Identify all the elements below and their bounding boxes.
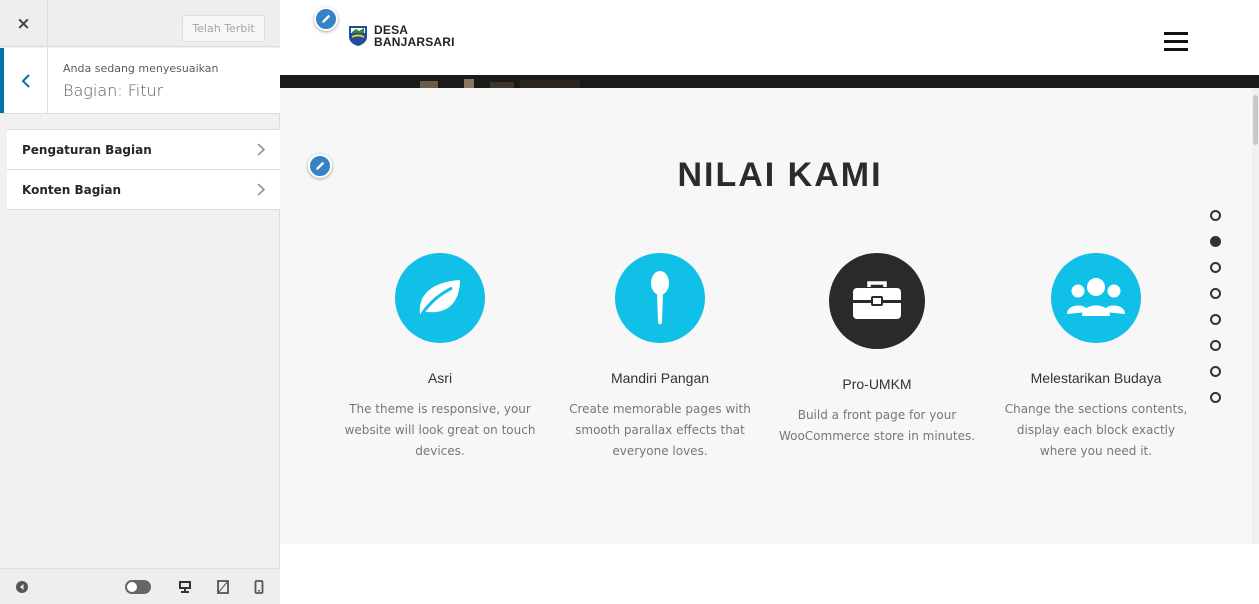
preview-scrollbar-thumb[interactable] <box>1253 95 1258 145</box>
nav-dot[interactable] <box>1210 366 1221 377</box>
customizer-root: × Telah Terbit Anda sedang menyesuaikan … <box>0 0 1259 604</box>
menu-item-konten-bagian[interactable]: Konten Bagian <box>7 170 280 210</box>
hamburger-bar <box>1164 32 1188 35</box>
feature-card-mandiri-pangan: Mandiri Pangan Create memorable pages wi… <box>555 253 765 462</box>
section-menu: Pengaturan Bagian Konten Bagian <box>7 129 280 210</box>
feature-description: Create memorable pages with smooth paral… <box>569 402 751 458</box>
briefcase-icon <box>853 281 901 319</box>
feature-title: Asri <box>427 370 453 386</box>
pencil-icon <box>322 14 331 23</box>
site-title: DESA BANJARSARI <box>374 24 455 48</box>
features-section: NILAI KAMI Asri The theme is responsive,… <box>280 88 1252 544</box>
feature-icon-circle <box>615 253 705 343</box>
device-tablet-button[interactable] <box>210 569 236 604</box>
mobile-icon <box>254 580 264 594</box>
hamburger-bar <box>1164 40 1188 43</box>
chevron-right-icon <box>257 183 265 196</box>
site-preview: DESA BANJARSARI NILAI KAMI Asri The them… <box>280 0 1259 604</box>
menu-item-label: Pengaturan Bagian <box>22 142 152 157</box>
section-nav-dots <box>1210 210 1224 418</box>
tablet-icon <box>217 580 229 594</box>
site-logo[interactable]: DESA BANJARSARI <box>348 24 455 48</box>
header-edit-shortcut[interactable] <box>314 7 338 31</box>
feature-description: Change the sections contents, display ea… <box>1004 402 1188 458</box>
chevron-right-icon <box>257 143 265 156</box>
feature-card-asri: Asri The theme is responsive, your websi… <box>335 253 545 462</box>
emblem-icon <box>349 26 367 46</box>
customizer-sidebar: × Telah Terbit Anda sedang menyesuaikan … <box>0 0 280 604</box>
publish-button[interactable]: Telah Terbit <box>182 15 265 42</box>
dark-mode-toggle[interactable] <box>120 569 156 604</box>
feature-card-pro-umkm: Pro-UMKM Build a front page for your Woo… <box>772 253 982 447</box>
preview-scrollbar[interactable] <box>1252 88 1259 544</box>
section-title-panel: Anda sedang menyesuaikan Bagian: Fitur <box>0 48 280 114</box>
feature-icon-circle <box>1051 253 1141 343</box>
nav-dot-active[interactable] <box>1210 236 1221 247</box>
feature-description: The theme is responsive, your website wi… <box>344 402 536 458</box>
feature-description: Build a front page for your WooCommerce … <box>778 408 976 443</box>
chevron-left-icon <box>21 73 30 88</box>
section-heading: NILAI KAMI <box>677 156 883 194</box>
panel-title: Bagian: Fitur <box>63 81 164 100</box>
leaf-icon <box>419 280 460 315</box>
menu-item-pengaturan-bagian[interactable]: Pengaturan Bagian <box>7 130 280 170</box>
toggle-icon <box>125 580 151 594</box>
device-mobile-button[interactable] <box>246 569 272 604</box>
customizing-label: Anda sedang menyesuaikan <box>63 62 219 75</box>
feature-title: Pro-UMKM <box>842 376 912 392</box>
nav-dot[interactable] <box>1210 288 1221 299</box>
sidebar-footer <box>0 568 280 604</box>
spoon-icon <box>651 271 669 325</box>
desktop-icon <box>179 581 191 593</box>
back-button[interactable] <box>0 48 48 113</box>
close-icon: × <box>16 13 31 34</box>
nav-dot[interactable] <box>1210 340 1221 351</box>
sidebar-header: × Telah Terbit <box>0 0 280 47</box>
collapse-icon <box>16 581 28 593</box>
feature-title: Mandiri Pangan <box>610 370 710 386</box>
collapse-sidebar-button[interactable] <box>8 569 36 604</box>
feature-card-melestarikan-budaya: Melestarikan Budaya Change the sections … <box>991 253 1201 462</box>
nav-dot[interactable] <box>1210 314 1221 325</box>
hamburger-menu-button[interactable] <box>1164 32 1188 52</box>
feature-title: Melestarikan Budaya <box>1030 370 1162 386</box>
site-title-line2: BANJARSARI <box>374 35 455 49</box>
users-icon <box>1067 278 1125 316</box>
feature-icon-circle <box>829 253 925 349</box>
nav-dot[interactable] <box>1210 210 1221 221</box>
hamburger-bar <box>1164 48 1188 51</box>
nav-dot[interactable] <box>1210 392 1221 403</box>
device-desktop-button[interactable] <box>172 569 198 604</box>
feature-icon-circle <box>395 253 485 343</box>
menu-item-label: Konten Bagian <box>22 182 122 197</box>
hero-image <box>280 77 1259 88</box>
nav-dot[interactable] <box>1210 262 1221 273</box>
close-button[interactable]: × <box>0 0 48 47</box>
hero-image-strip <box>280 75 1259 88</box>
site-header: DESA BANJARSARI <box>280 0 1259 75</box>
